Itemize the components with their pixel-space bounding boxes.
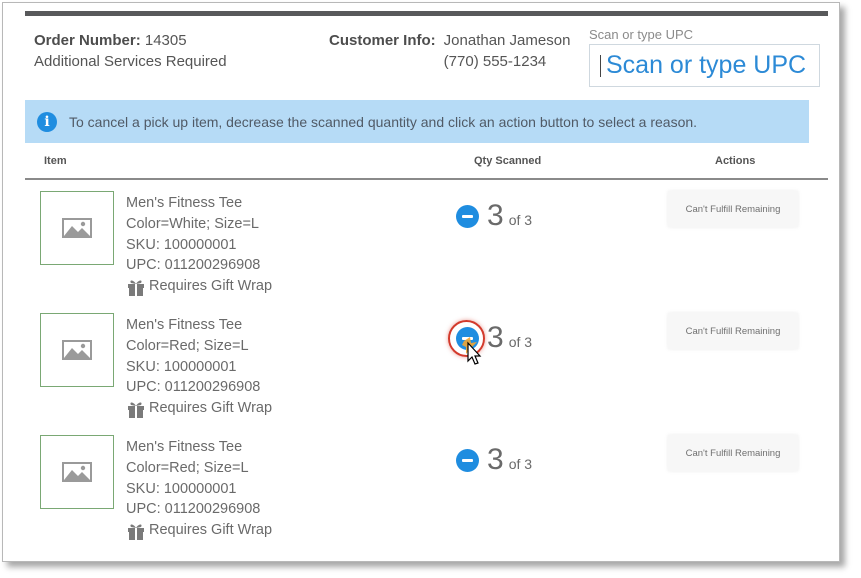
table-row: Men's Fitness Tee Color=Red; Size=L SKU:… xyxy=(25,303,828,423)
product-image-placeholder xyxy=(40,313,114,387)
top-bar xyxy=(25,11,828,16)
qty-total: of 3 xyxy=(508,456,533,472)
image-placeholder-icon xyxy=(62,340,92,360)
customer-phone: (770) 555-1234 xyxy=(443,53,547,70)
product-image-placeholder xyxy=(40,191,114,265)
upc-input[interactable] xyxy=(606,51,806,80)
product-upc: UPC: 011200296908 xyxy=(126,257,261,274)
gift-icon xyxy=(128,280,144,296)
product-sku: SKU: 100000001 xyxy=(126,358,237,375)
product-attributes: Color=Red; Size=L xyxy=(126,337,249,354)
gift-wrap-label: Requires Gift Wrap xyxy=(149,278,273,295)
cant-fulfill-button[interactable]: Can't Fulfill Remaining xyxy=(668,191,798,227)
gift-wrap-note: Requires Gift Wrap xyxy=(126,276,272,297)
column-header-item: Item xyxy=(44,155,67,167)
gift-wrap-label: Requires Gift Wrap xyxy=(149,400,273,417)
minus-icon xyxy=(462,458,473,462)
app-window: Order Number: 14305 Additional Services … xyxy=(2,2,840,562)
table-row: Men's Fitness Tee Color=Red; Size=L SKU:… xyxy=(25,425,828,545)
product-details: Men's Fitness Tee Color=Red; Size=L SKU:… xyxy=(126,437,272,541)
customer-info-label: Customer Info: xyxy=(329,32,436,49)
gift-icon xyxy=(128,402,144,418)
gift-wrap-note: Requires Gift Wrap xyxy=(126,398,272,419)
qty-scanned: 3 of 3 xyxy=(456,199,532,233)
product-name: Men's Fitness Tee xyxy=(126,317,243,333)
product-image-placeholder xyxy=(40,435,114,509)
gift-wrap-label: Requires Gift Wrap xyxy=(149,522,273,539)
info-icon: i xyxy=(37,111,57,132)
customer-name: Jonathan Jameson xyxy=(443,32,571,49)
order-number-label: Order Number: xyxy=(34,32,141,49)
qty-total: of 3 xyxy=(508,212,533,228)
order-number: 14305 xyxy=(144,32,187,49)
product-name: Men's Fitness Tee xyxy=(126,195,243,211)
product-sku: SKU: 100000001 xyxy=(126,236,237,253)
upc-field[interactable] xyxy=(589,44,820,87)
image-placeholder-icon xyxy=(62,218,92,238)
info-banner-text: To cancel a pick up item, decrease the s… xyxy=(69,113,698,130)
minus-icon xyxy=(462,214,473,218)
product-details: Men's Fitness Tee Color=White; Size=L SK… xyxy=(126,193,272,297)
mouse-cursor-icon xyxy=(462,336,482,365)
table-row: Men's Fitness Tee Color=White; Size=L SK… xyxy=(25,181,828,301)
decrease-qty-button[interactable] xyxy=(456,448,479,472)
qty-value: 3 xyxy=(487,443,504,476)
product-upc: UPC: 011200296908 xyxy=(126,501,261,518)
column-header-qty: Qty Scanned xyxy=(474,155,542,167)
product-details: Men's Fitness Tee Color=Red; Size=L SKU:… xyxy=(126,315,272,419)
gift-icon xyxy=(128,524,144,540)
product-upc: UPC: 011200296908 xyxy=(126,379,261,396)
header-divider xyxy=(25,178,828,180)
customer-info: Customer Info: Jonathan Jameson (770) 55… xyxy=(329,30,570,72)
info-banner: i To cancel a pick up item, decrease the… xyxy=(25,100,809,143)
product-attributes: Color=White; Size=L xyxy=(126,215,259,232)
image-placeholder-icon xyxy=(62,462,92,482)
qty-value: 3 xyxy=(487,199,504,232)
qty-scanned: 3 of 3 xyxy=(448,319,533,365)
product-name: Men's Fitness Tee xyxy=(126,439,243,455)
decrease-qty-button[interactable] xyxy=(448,319,485,365)
text-caret xyxy=(600,54,601,77)
decrease-qty-button[interactable] xyxy=(456,204,479,228)
upc-field-label: Scan or type UPC xyxy=(589,27,694,42)
cant-fulfill-button[interactable]: Can't Fulfill Remaining xyxy=(668,313,798,349)
order-info: Order Number: 14305 Additional Services … xyxy=(34,30,227,72)
order-note: Additional Services Required xyxy=(34,53,227,70)
column-header-actions: Actions xyxy=(715,155,756,167)
cant-fulfill-button[interactable]: Can't Fulfill Remaining xyxy=(668,435,798,471)
qty-total: of 3 xyxy=(508,334,533,350)
product-sku: SKU: 100000001 xyxy=(126,480,237,497)
product-attributes: Color=Red; Size=L xyxy=(126,459,249,476)
gift-wrap-note: Requires Gift Wrap xyxy=(126,520,272,541)
qty-scanned: 3 of 3 xyxy=(456,443,532,477)
